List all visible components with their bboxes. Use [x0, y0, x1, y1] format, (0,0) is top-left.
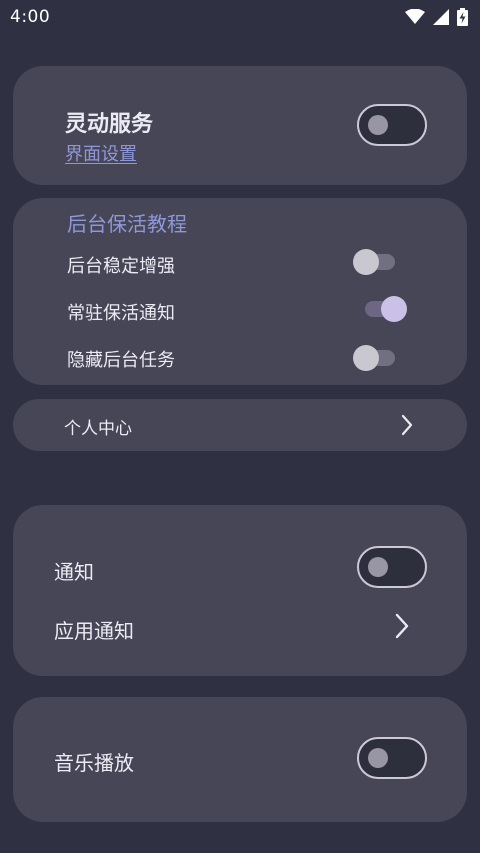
dynamic-service-title: 灵动服务: [65, 112, 154, 137]
app-notify-label: 应用通知: [54, 619, 134, 643]
background-keepalive-card: 后台保活教程 后台稳定增强 常驻保活通知 隐藏后台任务: [13, 198, 467, 385]
switch-knob: [368, 748, 388, 768]
signal-icon: [433, 9, 449, 25]
switch-thumb: [381, 296, 407, 322]
persistent-notify-label: 常驻保活通知: [67, 303, 175, 324]
persistent-notify-switch[interactable]: [361, 294, 407, 324]
hide-bg-task-switch[interactable]: [353, 343, 399, 373]
battery-charging-icon: [457, 8, 468, 26]
notify-switch[interactable]: [357, 546, 427, 588]
status-icons: [405, 8, 468, 26]
notification-card: 通知 应用通知: [13, 505, 467, 676]
app-notify-row[interactable]: 应用通知: [13, 601, 467, 653]
music-playback-switch[interactable]: [357, 737, 427, 779]
wifi-icon: [405, 9, 425, 24]
hide-bg-task-label: 隐藏后台任务: [67, 350, 175, 371]
status-time: 4:00: [10, 7, 51, 27]
chevron-right-icon: [395, 613, 409, 639]
chevron-right-icon: [401, 414, 413, 436]
ui-settings-link[interactable]: 界面设置: [65, 140, 137, 166]
music-playback-label: 音乐播放: [54, 751, 134, 775]
bg-stable-enhance-label: 后台稳定增强: [67, 256, 175, 277]
switch-knob: [368, 115, 388, 135]
switch-thumb: [353, 249, 379, 275]
keepalive-tutorial-link[interactable]: 后台保活教程: [67, 208, 187, 237]
music-playback-card: 音乐播放: [13, 697, 467, 822]
bg-stable-enhance-switch[interactable]: [353, 247, 399, 277]
dynamic-service-switch[interactable]: [357, 104, 427, 146]
notify-label: 通知: [54, 560, 94, 584]
dynamic-service-card: 灵动服务 界面设置: [13, 66, 467, 185]
personal-center-label: 个人中心: [64, 419, 132, 439]
status-bar: 4:00: [0, 0, 480, 34]
switch-thumb: [353, 345, 379, 371]
personal-center-row[interactable]: 个人中心: [13, 399, 467, 451]
switch-knob: [368, 557, 388, 577]
